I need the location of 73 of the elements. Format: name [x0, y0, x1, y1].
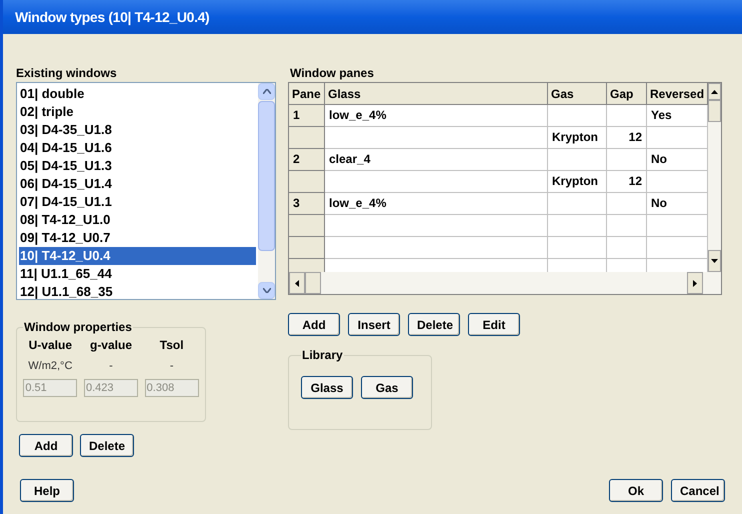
button[interactable]: Add — [288, 313, 340, 336]
table-cell: clear_4 — [325, 149, 548, 171]
group-label: Window properties — [23, 319, 133, 336]
scroll-up-button[interactable] — [708, 83, 721, 100]
button[interactable]: Delete — [80, 434, 134, 457]
list-item[interactable]: 02| triple — [19, 103, 256, 121]
scroll-down-button[interactable] — [708, 250, 721, 272]
table-cell — [548, 105, 607, 127]
button[interactable]: Glass — [301, 376, 353, 399]
scroll-thumb[interactable] — [305, 272, 321, 294]
vertical-scrollbar[interactable] — [258, 83, 275, 299]
table-cell — [548, 149, 607, 171]
field-label: Tsol — [160, 337, 184, 354]
right-arrow-icon — [693, 280, 697, 286]
field-label: U-value — [28, 337, 72, 354]
table-cell — [548, 193, 607, 215]
list-item[interactable]: 12| U1.1_68_35 — [19, 283, 256, 301]
existing-windows-list[interactable]: 01| double 02| triple 03| D4-35_U1.8 04| D4-15_U1.6 05| D4-15_U1.3 06| D4-15_U1.4 07| D4-15_U1.1 08| T4-12_U1.0 09| T4-12_U0.7 10| T4-12_U0.4 11| U1.1_65_44 12| U1.1_68_35 — [16, 82, 276, 300]
button[interactable]: Cancel — [671, 479, 725, 502]
button[interactable]: Ok — [609, 479, 663, 502]
scroll-right-button[interactable] — [687, 272, 703, 294]
section-label: Window panes — [290, 66, 374, 80]
list-item[interactable]: 07| D4-15_U1.1 — [19, 193, 256, 211]
row-header — [289, 171, 325, 193]
table-cell — [607, 105, 647, 127]
table-cell: Krypton — [548, 127, 607, 149]
table-cell: 12 — [607, 171, 647, 193]
down-arrow-icon — [711, 259, 718, 263]
row-header: 1 — [289, 105, 325, 127]
row-header — [289, 215, 325, 237]
table-cell: low_e_4% — [325, 193, 548, 215]
table-cell: Krypton — [548, 171, 607, 193]
table-cell — [607, 215, 647, 237]
row-header — [289, 127, 325, 149]
table-cell — [607, 149, 647, 171]
section-label: Existing windows — [16, 66, 117, 80]
window-title: Window types (10| T4-12_U0.4) — [15, 8, 210, 28]
button[interactable]: Delete — [408, 313, 460, 336]
button[interactable]: Insert — [348, 313, 400, 336]
left-arrow-icon — [295, 280, 299, 286]
list-item[interactable]: 08| T4-12_U1.0 — [19, 211, 256, 229]
table-cell: 12 — [607, 127, 647, 149]
group-label: Library — [301, 347, 344, 364]
table-cell — [548, 237, 607, 259]
list-item[interactable]: 04| D4-15_U1.6 — [19, 139, 256, 157]
button[interactable]: Gas — [361, 376, 413, 399]
window-panes-grid[interactable]: Pane Glass Gas Gap Reversed 1 low_e_4% Yes Krypton 12 2 clear_4 No Krypton 12 3 low_e_4% No — [288, 82, 722, 295]
scroll-thumb[interactable] — [708, 100, 721, 122]
scroll-thumb[interactable] — [258, 101, 275, 251]
list-item[interactable]: 09| T4-12_U0.7 — [19, 229, 256, 247]
field-label: g-value — [90, 337, 132, 354]
list-item[interactable]: 01| double — [19, 85, 256, 103]
unit-label: - — [109, 359, 113, 374]
table-cell — [607, 237, 647, 259]
row-header: 3 — [289, 193, 325, 215]
list-item[interactable]: 11| U1.1_65_44 — [19, 265, 256, 283]
list-item[interactable]: 05| D4-15_U1.3 — [19, 157, 256, 175]
up-arrow-icon — [711, 90, 718, 94]
button[interactable]: Add — [19, 434, 73, 457]
button[interactable]: Help — [20, 479, 74, 502]
row-header: 2 — [289, 149, 325, 171]
button[interactable]: Edit — [468, 313, 520, 336]
table-cell: low_e_4% — [325, 105, 548, 127]
scroll-left-button[interactable] — [289, 272, 305, 294]
list-item[interactable]: 03| D4-35_U1.8 — [19, 121, 256, 139]
table-cell — [607, 193, 647, 215]
horizontal-scrollbar[interactable] — [289, 272, 721, 294]
list-item[interactable]: 06| D4-15_U1.4 — [19, 175, 256, 193]
list-item[interactable]: 10| T4-12_U0.4 — [19, 247, 256, 265]
unit-label: - — [170, 359, 174, 374]
table-cell — [548, 215, 607, 237]
vertical-scrollbar[interactable] — [708, 83, 721, 272]
unit-label: W/m2,°C — [28, 359, 72, 374]
